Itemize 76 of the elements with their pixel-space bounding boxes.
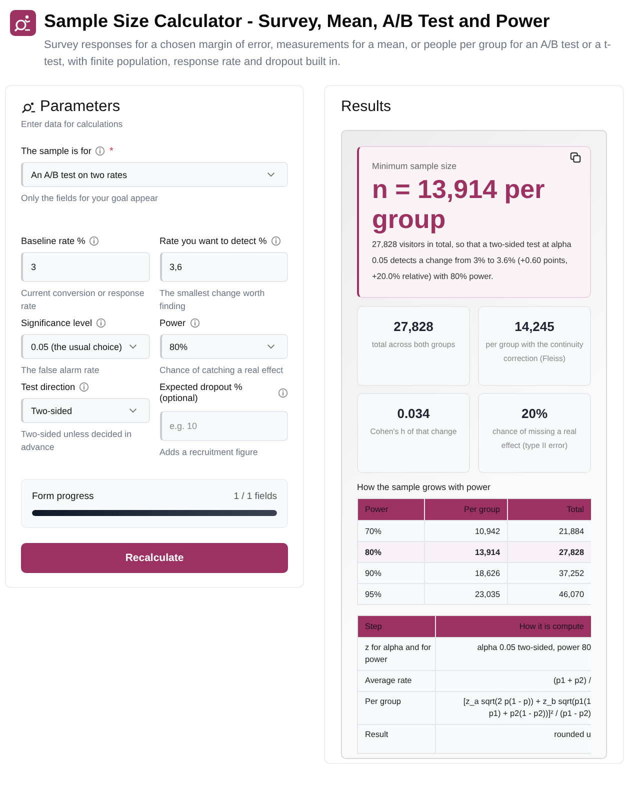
table-cell: 18,626 [424,562,508,584]
select-field[interactable]: 80% [160,334,288,359]
column-header: Step [358,616,436,638]
info-icon[interactable] [270,236,281,246]
app-logo-icon [10,10,36,36]
progress-label: Form progress [32,491,94,502]
info-icon[interactable] [79,382,90,392]
field-label: Power [160,318,186,328]
sample-size-value: n = 13,914 per group [372,174,546,234]
field-hint: Current conversion or response rate [21,287,146,313]
chevron-down-icon [267,344,275,349]
info-icon[interactable] [278,388,288,398]
field-label: Rate you want to detect % [160,236,267,246]
input-field[interactable]: 3 [21,252,150,282]
stat-value: 27,828 [392,319,434,334]
table-cell: (p1 + p2) / [436,670,591,692]
page-subtitle: Survey responses for a chosen margin of error, measurements for a mean, or people per group for an A/B test or a t-test, with finite population, response rate and dropout built in. [44,38,612,70]
stat-value: 14,245 [514,319,556,334]
table-caption: How the sample grows with power [357,482,492,492]
section-subtitle: Enter data for calculations [21,118,124,131]
info-icon[interactable] [95,146,106,156]
input-field[interactable]: 3,6 [160,252,288,282]
table-cell: alpha 0.05 two-sided, power 80 [436,638,591,670]
info-icon[interactable] [89,236,100,246]
table-cell: 27,828 [508,542,591,562]
field-label: Expected dropout % (optional) [160,382,244,404]
select-field[interactable]: Two-sided [21,398,150,423]
column-header: How it is compute [436,616,591,638]
table-cell: 21,884 [508,520,591,542]
table-cell: 37,252 [508,562,591,584]
field-hint: Adds a recruitment figure [160,446,259,459]
table-cell: rounded u [436,724,591,754]
column-header: Per group [424,498,508,520]
table-cell: z for alpha and for power [358,638,436,670]
table-cell: Result [358,724,436,754]
field-hint: The false alarm rate [21,364,100,377]
table-cell: [z_a sqrt(2 p(1 - p)) + z_b sqrt(p1(1 p1) + p2(1 - p2))]² / (p1 - p2) [436,692,591,724]
field-hint: The smallest change worth finding [160,287,266,313]
copy-icon[interactable] [570,152,581,163]
field-label: The sample is for [21,146,92,156]
field-hint: Chance of catching a real effect [160,364,284,377]
table-cell: 70% [358,520,424,542]
field-label: Test direction [21,382,76,392]
table-cell: 80% [358,542,424,562]
table-cell: 90% [358,562,424,584]
field-label: Significance level [21,318,92,328]
info-icon[interactable] [96,318,106,328]
table-cell: 95% [358,584,424,604]
stat-value: 20% [520,406,549,421]
chevron-down-icon [128,344,136,349]
info-icon[interactable] [190,318,200,328]
field-hint: Only the fields for your goal appear [21,192,159,205]
select-field[interactable]: 0.05 (the usual choice) [21,334,150,359]
required-mark: * [109,146,114,156]
headline-label: Minimum sample size [372,161,458,171]
select-field[interactable]: An A/B test on two rates [21,162,288,187]
field-hint: Two-sided unless decided in advance [21,428,133,454]
table-cell: Per group [358,692,436,724]
column-header: Total [508,498,591,520]
chevron-down-icon [128,408,136,413]
table-cell: 46,070 [508,584,591,604]
stat-value: 0.034 [396,406,431,421]
page-title: Sample Size Calculator - Survey, Mean, A/B Test and Power [44,11,551,32]
table-cell: 13,914 [424,542,508,562]
section-title: Results [341,98,392,115]
progress-count: 1 / 1 fields [234,491,277,502]
input-field[interactable]: e.g. 10 [160,411,288,441]
table-cell: Average rate [358,670,436,692]
recalculate-button[interactable]: Recalculate [21,543,288,573]
section-title: Parameters [40,98,120,116]
result-summary: 27,828 visitors in total, so that a two-sided test at alpha 0.05 detects a change from 3% to 3.6% (+0.60 points, +20.0% relative) with 80% power. [372,239,572,283]
table-cell: 10,942 [424,520,508,542]
chevron-down-icon [267,172,275,177]
field-label: Baseline rate % [21,236,86,246]
column-header: Power [358,498,424,520]
table-cell: 23,035 [424,584,508,604]
